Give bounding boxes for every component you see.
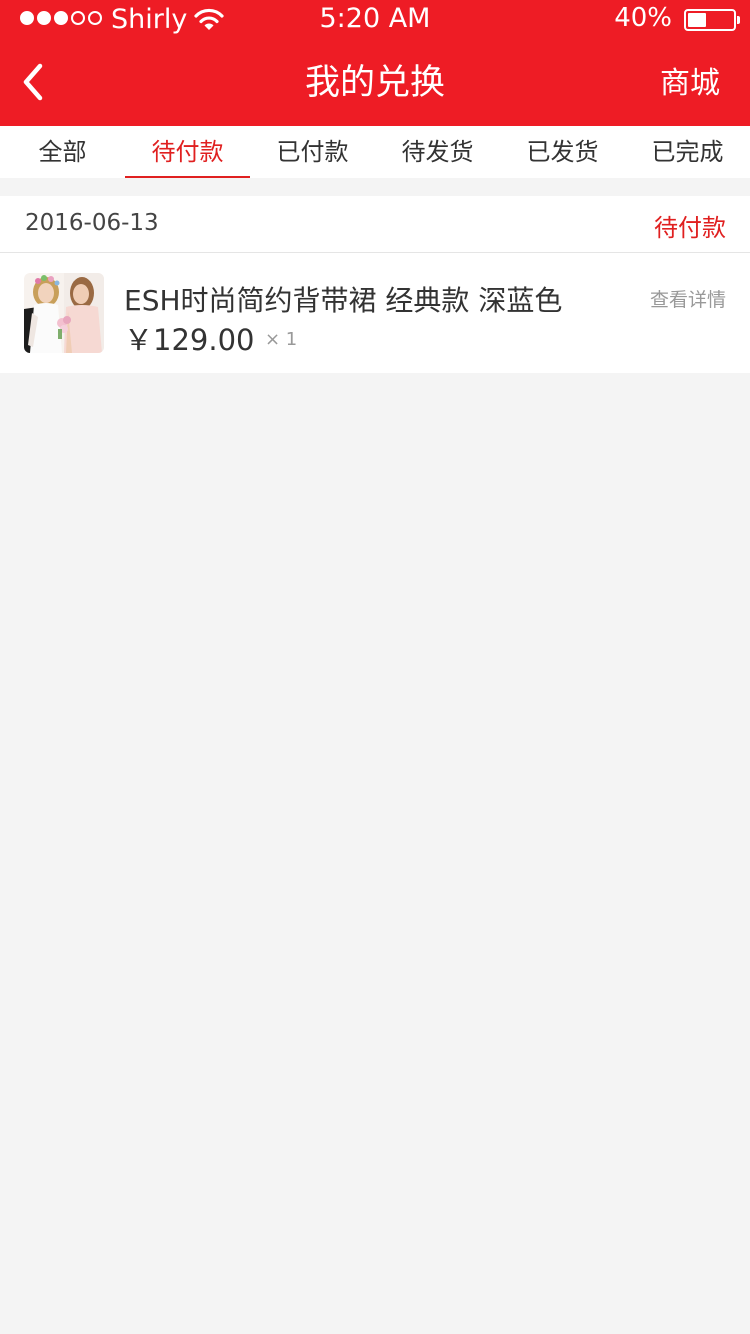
product-name: ESH时尚简约背带裙 经典款 深蓝色 xyxy=(124,284,563,317)
battery-icon xyxy=(684,9,740,31)
order-status-tabs: 全部 待付款 已付款 待发货 已发货 已完成 xyxy=(0,126,750,178)
battery-nub xyxy=(737,16,740,24)
header: Shirly 5:20 AM 40% 我的兑换 商城 xyxy=(0,0,750,126)
battery-percent: 40% xyxy=(614,3,672,33)
view-details-link[interactable]: 查看详情 xyxy=(650,285,726,312)
product-price: ￥129.00 xyxy=(124,323,255,357)
tab-all[interactable]: 全部 xyxy=(0,126,125,178)
order-card: 2016-06-13 待付款 ESH时尚简约背带裙 经典款 深蓝色 ￥129.0… xyxy=(0,196,750,373)
product-thumbnail[interactable] xyxy=(24,273,104,353)
page-title: 我的兑换 xyxy=(304,63,445,103)
shop-button[interactable]: 商城 xyxy=(660,64,720,104)
order-header: 2016-06-13 待付款 xyxy=(0,196,750,253)
order-status: 待付款 xyxy=(654,214,726,242)
tab-paid[interactable]: 已付款 xyxy=(250,126,375,178)
tab-pending-shipment[interactable]: 待发货 xyxy=(375,126,500,178)
battery-fill xyxy=(688,13,706,27)
navigation-bar: 我的兑换 商城 xyxy=(0,40,750,126)
tab-shipped[interactable]: 已发货 xyxy=(500,126,625,178)
status-bar: Shirly 5:20 AM 40% xyxy=(0,0,750,40)
tab-completed[interactable]: 已完成 xyxy=(625,126,750,178)
product-quantity: × 1 xyxy=(265,329,298,350)
order-item[interactable]: ESH时尚简约背带裙 经典款 深蓝色 ￥129.00 × 1 查看详情 xyxy=(0,253,750,373)
tab-pending-payment[interactable]: 待付款 xyxy=(125,126,250,178)
order-date: 2016-06-13 xyxy=(25,210,159,236)
